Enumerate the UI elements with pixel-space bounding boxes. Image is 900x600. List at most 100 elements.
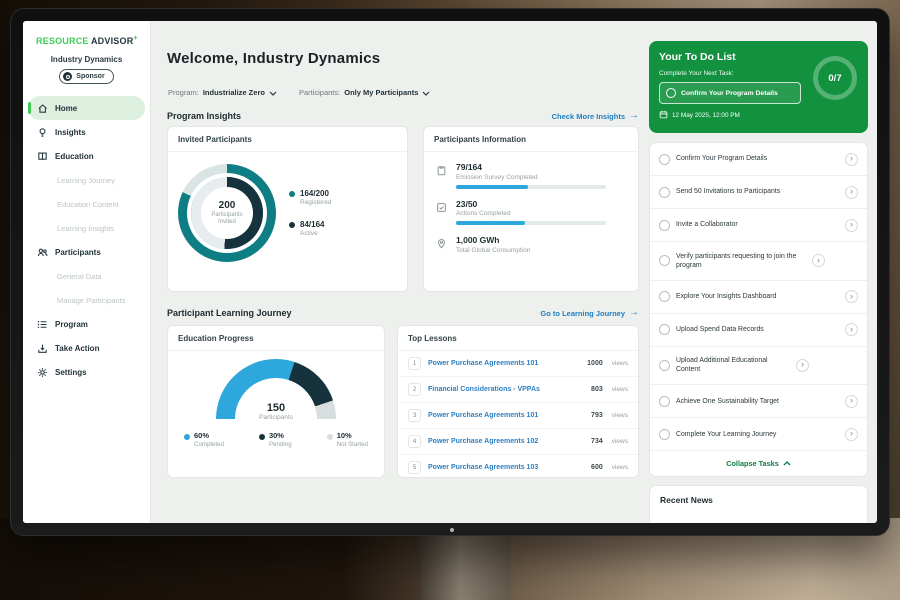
education-progress-card: Education Progress 150 Participants 60% … [167, 325, 385, 478]
chevron-right-icon[interactable]: › [845, 290, 858, 303]
task-row[interactable]: Complete Your Learning Journey › [650, 418, 867, 451]
card-title: Participants Information [424, 127, 638, 152]
lesson-row: 1 Power Purchase Agreements 101 1000 vie… [398, 351, 638, 377]
sidebar: RESOURCE ADVISOR+ Industry Dynamics Spon… [23, 21, 151, 523]
checkbox-icon[interactable] [659, 291, 670, 302]
sidebar-item-participants[interactable]: Participants [23, 240, 150, 264]
section-title: Participant Learning Journey [167, 308, 292, 318]
task-row[interactable]: Verify participants requesting to join t… [650, 242, 867, 281]
lesson-link[interactable]: Power Purchase Agreements 103 [428, 464, 584, 471]
lesson-link[interactable]: Power Purchase Agreements 101 [428, 360, 580, 367]
action-arrow-icon [37, 343, 48, 354]
participants-information-card: Participants Information 79/164 Emission… [423, 126, 639, 292]
sidebar-item-manage-participants[interactable]: Manage Participants [23, 288, 150, 312]
sidebar-item-learning-insights[interactable]: Learning Insights [23, 216, 150, 240]
chevron-right-icon[interactable]: › [845, 395, 858, 408]
next-task-row[interactable]: Confirm Your Program Details [659, 82, 801, 104]
legend-not-started: 10% Not Started [327, 431, 368, 448]
chevron-right-icon[interactable]: › [845, 186, 858, 199]
org-name: Industry Dynamics [23, 55, 150, 64]
card-title: Education Progress [168, 326, 384, 351]
lesson-link[interactable]: Financial Considerations - VPPAs [428, 386, 584, 393]
main-content: Welcome, Industry Dynamics Program: Indu… [167, 21, 639, 523]
checkbox-icon[interactable] [659, 255, 670, 266]
clipboard-icon [436, 162, 448, 189]
checkbox-icon[interactable] [666, 88, 676, 98]
blue-dot [184, 434, 190, 440]
home-icon [37, 103, 48, 114]
check-square-icon [436, 199, 448, 226]
chevron-right-icon[interactable]: › [812, 254, 825, 267]
app-logo: RESOURCE ADVISOR+ [36, 35, 150, 46]
sidebar-item-education[interactable]: Education [23, 144, 150, 168]
todo-subtitle: Complete Your Next Task: [659, 70, 858, 77]
gauge-center: 150 Participants [216, 402, 336, 421]
todo-card: Your To Do List 0/7 Complete Your Next T… [649, 41, 868, 133]
checkbox-icon[interactable] [659, 187, 670, 198]
task-row[interactable]: Achieve One Sustainability Target › [650, 385, 867, 418]
legend-completed: 60% Completed [184, 431, 224, 448]
sidebar-item-education-content[interactable]: Education Content [23, 192, 150, 216]
checkbox-icon[interactable] [659, 220, 670, 231]
task-row[interactable]: Upload Additional Educational Content › [650, 347, 867, 386]
info-row-survey: 79/164 Emission Survey Completed [436, 162, 626, 189]
navy-dot [259, 434, 265, 440]
chevron-right-icon[interactable]: › [845, 323, 858, 336]
sidebar-item-settings[interactable]: Settings [23, 360, 150, 384]
invited-donut-inner: 200 Participants Invited [191, 177, 263, 249]
chevron-right-icon[interactable]: › [796, 359, 809, 372]
lesson-link[interactable]: Power Purchase Agreements 102 [428, 438, 584, 445]
lightbulb-icon [37, 127, 48, 138]
go-to-learning-journey-link[interactable]: Go to Learning Journey → [540, 308, 639, 318]
sidebar-item-learning-journey[interactable]: Learning Journey [23, 168, 150, 192]
legend-registered: 164/200 Registered [289, 189, 331, 206]
gauge-legend: 60% Completed 30% Pending 10% Not Starte… [168, 421, 384, 448]
invited-donut-chart: 200 Participants Invited [178, 164, 276, 262]
logo-plus: + [133, 35, 137, 42]
info-row-consumption: 1,000 GWh Total Global Consumption [436, 235, 626, 254]
filter-controls: Program: Industrialize Zero Participants… [168, 83, 430, 101]
location-pin-icon [436, 235, 448, 254]
checkbox-icon[interactable] [659, 396, 670, 407]
lesson-link[interactable]: Power Purchase Agreements 101 [428, 412, 584, 419]
gray-dot [327, 434, 333, 440]
check-more-insights-link[interactable]: Check More Insights → [552, 111, 639, 121]
recent-news-title: Recent News [660, 495, 857, 505]
todo-progress-ring: 0/7 [813, 56, 857, 100]
sidebar-item-program[interactable]: Program [23, 312, 150, 336]
sidebar-nav: Home Insights Education Learning Journey… [23, 96, 150, 384]
program-insights-header: Program Insights Check More Insights → [167, 111, 639, 121]
sidebar-item-insights[interactable]: Insights [23, 120, 150, 144]
todo-panel: Your To Do List 0/7 Complete Your Next T… [649, 41, 868, 523]
card-title: Invited Participants [168, 127, 407, 152]
section-title: Program Insights [167, 111, 241, 121]
monitor-bezel: RESOURCE ADVISOR+ Industry Dynamics Spon… [10, 8, 890, 536]
chevron-right-icon[interactable]: › [845, 428, 858, 441]
checkbox-icon[interactable] [659, 324, 670, 335]
task-row[interactable]: Send 50 Invitations to Participants › [650, 176, 867, 209]
chevron-right-icon[interactable]: › [845, 219, 858, 232]
task-row[interactable]: Confirm Your Program Details › [650, 143, 867, 176]
sidebar-item-home[interactable]: Home [28, 96, 145, 120]
logo-resource: RESOURCE [36, 36, 89, 46]
task-row[interactable]: Invite a Collaborator › [650, 209, 867, 242]
task-row[interactable]: Explore Your Insights Dashboard › [650, 281, 867, 314]
checkbox-icon[interactable] [659, 429, 670, 440]
recent-news-card: Recent News [649, 485, 868, 523]
sidebar-item-take-action[interactable]: Take Action [23, 336, 150, 360]
program-select[interactable]: Program: Industrialize Zero [168, 83, 277, 101]
lesson-row: 2 Financial Considerations - VPPAs 803 v… [398, 377, 638, 403]
chevron-right-icon[interactable]: › [845, 153, 858, 166]
task-row[interactable]: Upload Spend Data Records › [650, 314, 867, 347]
checkbox-icon[interactable] [659, 154, 670, 165]
gear-icon [37, 367, 48, 378]
sponsor-icon [63, 72, 72, 81]
lesson-row: 3 Power Purchase Agreements 101 793 view… [398, 403, 638, 429]
collapse-tasks-link[interactable]: Collapse Tasks [650, 451, 867, 476]
checkbox-icon[interactable] [659, 360, 670, 371]
monitor-stand [420, 536, 510, 600]
sponsor-badge[interactable]: Sponsor [59, 69, 113, 84]
card-title: Top Lessons [398, 326, 638, 351]
participants-select[interactable]: Participants: Only My Participants [299, 83, 430, 101]
sidebar-item-general-data[interactable]: General Data [23, 264, 150, 288]
